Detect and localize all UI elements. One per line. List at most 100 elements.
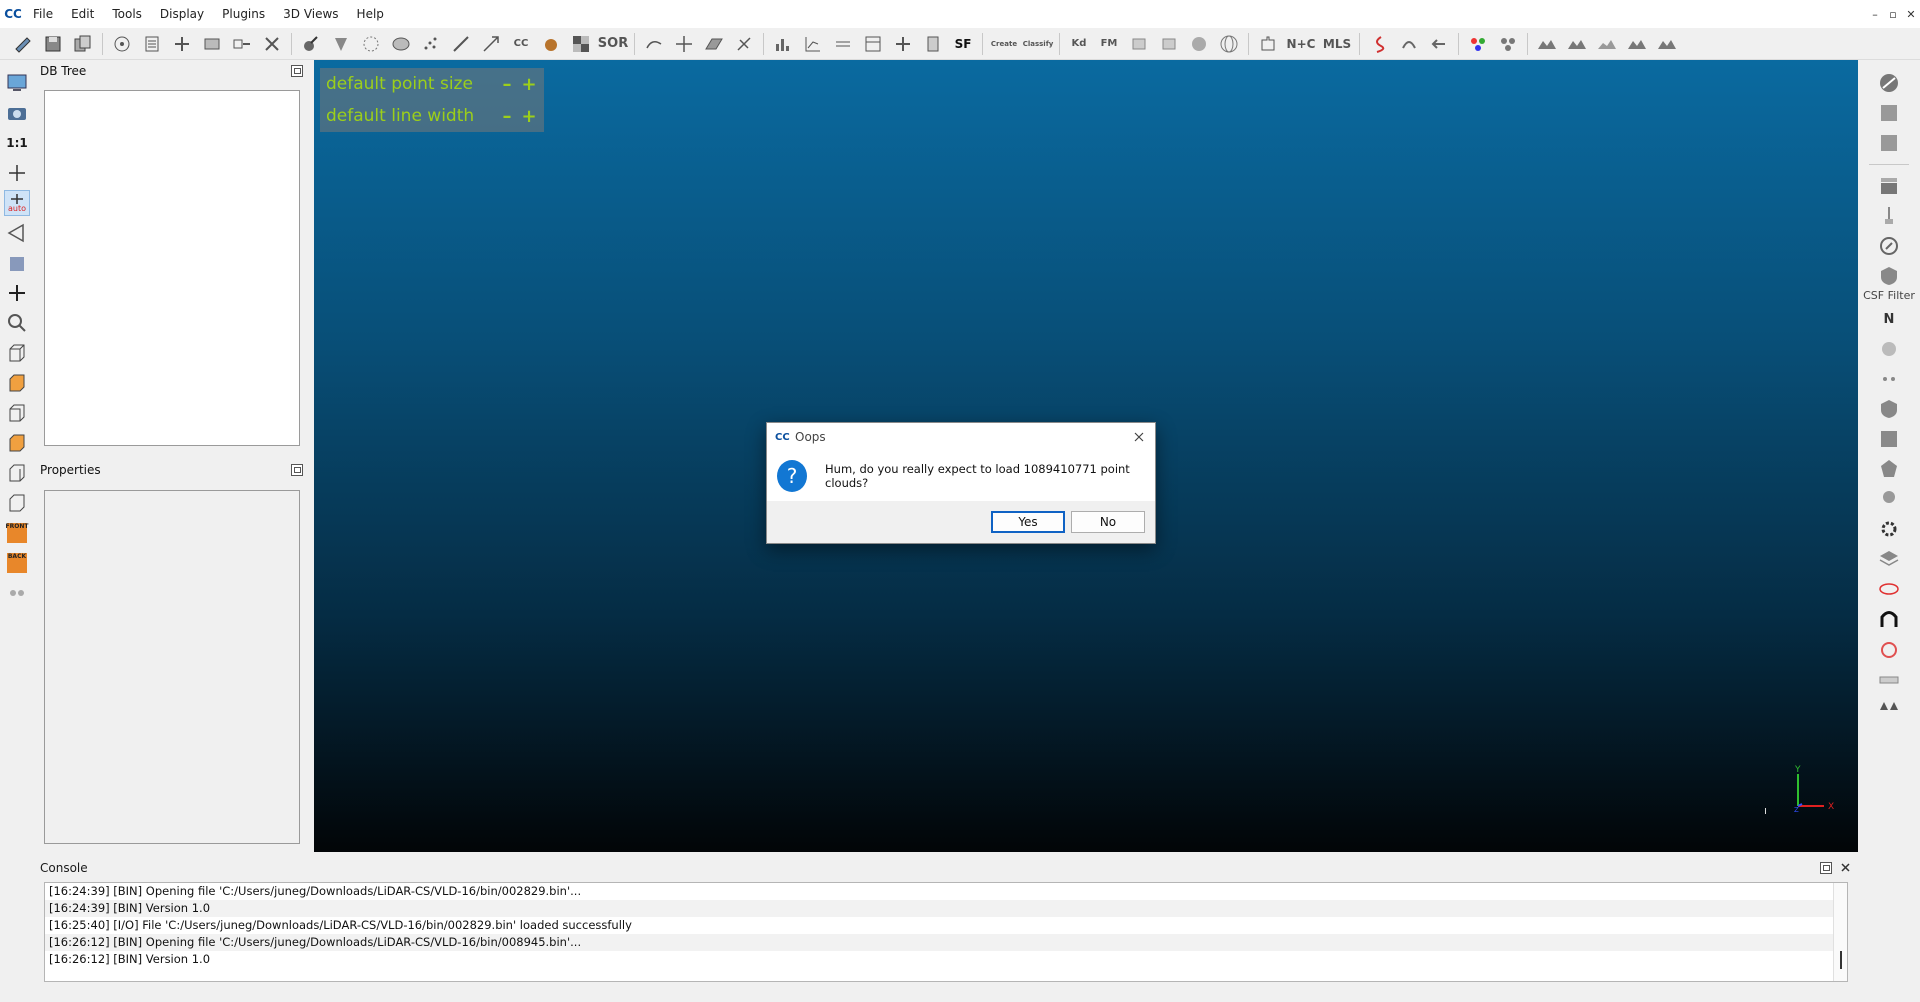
zoom-1-1-icon[interactable]: 1:1: [4, 130, 30, 156]
perspective-icon[interactable]: [4, 220, 30, 246]
dialog-close-icon[interactable]: [1129, 427, 1149, 447]
surface-icon[interactable]: [1398, 33, 1420, 55]
subsample-icon[interactable]: [201, 33, 223, 55]
no-entry-icon[interactable]: [1876, 70, 1902, 96]
sample-points-icon[interactable]: [111, 33, 133, 55]
scatter-icon[interactable]: [420, 33, 442, 55]
trees-icon[interactable]: [1876, 696, 1902, 722]
ellipse-icon[interactable]: [1876, 576, 1902, 602]
terrain-5-icon[interactable]: [1656, 33, 1678, 55]
terrain-4-icon[interactable]: [1626, 33, 1648, 55]
layers-icon[interactable]: [1876, 546, 1902, 572]
console-float-icon[interactable]: [1820, 862, 1832, 874]
m3c2-icon[interactable]: [1876, 366, 1902, 392]
menu-file[interactable]: File: [24, 0, 62, 28]
checkerboard-icon[interactable]: [570, 33, 592, 55]
sor-filter-icon[interactable]: SOR: [598, 33, 628, 55]
menu-display[interactable]: Display: [151, 0, 213, 28]
clone-icon[interactable]: [72, 33, 94, 55]
cut-icon[interactable]: [733, 33, 755, 55]
color-icon[interactable]: [540, 33, 562, 55]
scalar-field-icon[interactable]: SF: [952, 33, 974, 55]
brush-icon[interactable]: [1876, 203, 1902, 229]
ransac-icon[interactable]: [1158, 33, 1180, 55]
yes-button[interactable]: Yes: [991, 511, 1065, 533]
calculator-icon[interactable]: [922, 33, 944, 55]
menu-edit[interactable]: Edit: [62, 0, 103, 28]
front-view-icon[interactable]: FRONT: [4, 520, 30, 546]
display-icon[interactable]: [4, 70, 30, 96]
terrain-1-icon[interactable]: [1536, 33, 1558, 55]
gear-icon[interactable]: [1876, 516, 1902, 542]
close-window-icon[interactable]: ✕: [1902, 4, 1920, 24]
delete-icon[interactable]: [261, 33, 283, 55]
console-close-icon[interactable]: [1838, 860, 1852, 874]
console-log[interactable]: [16:24:39] [BIN] Opening file 'C:/Users/…: [44, 882, 1848, 982]
back-face-icon[interactable]: [4, 430, 30, 456]
properties-panel[interactable]: [44, 490, 300, 844]
point-size-minus-button[interactable]: –: [496, 74, 518, 95]
front-face-icon[interactable]: [4, 370, 30, 396]
back-view-icon[interactable]: BACK: [4, 550, 30, 576]
histogram-icon[interactable]: [772, 33, 794, 55]
min-max-icon[interactable]: [832, 33, 854, 55]
kd-tree-icon[interactable]: Kd: [1068, 33, 1090, 55]
mls-icon[interactable]: MLS: [1323, 33, 1351, 55]
menu-help[interactable]: Help: [348, 0, 393, 28]
globe-icon[interactable]: [1218, 33, 1240, 55]
clapper-icon[interactable]: [1876, 173, 1902, 199]
lighting-icon[interactable]: [4, 250, 30, 276]
mesh-icon[interactable]: [390, 33, 412, 55]
noise-icon[interactable]: [643, 33, 665, 55]
right-view-icon[interactable]: [4, 460, 30, 486]
merge-icon[interactable]: [171, 33, 193, 55]
resample-icon[interactable]: [480, 33, 502, 55]
zoom-icon[interactable]: [4, 310, 30, 336]
left-view-icon[interactable]: [4, 400, 30, 426]
rsd-icon[interactable]: [1876, 486, 1902, 512]
compass-plugin-icon[interactable]: [1876, 233, 1902, 259]
distance-icon[interactable]: [450, 33, 472, 55]
open-file-icon[interactable]: [12, 33, 34, 55]
plane-icon[interactable]: [703, 33, 725, 55]
menu-tools[interactable]: Tools: [103, 0, 151, 28]
chart-icon[interactable]: [802, 33, 824, 55]
terrain-3-icon[interactable]: [1596, 33, 1618, 55]
polygon-icon[interactable]: [1876, 456, 1902, 482]
top-view-icon[interactable]: [4, 340, 30, 366]
color-classify-icon[interactable]: [1467, 33, 1489, 55]
fast-marching-icon[interactable]: FM: [1098, 33, 1120, 55]
back-arrow-icon[interactable]: [1428, 33, 1450, 55]
canupo-create-icon[interactable]: Create: [991, 33, 1017, 55]
table-icon[interactable]: [862, 33, 884, 55]
timer-icon[interactable]: [1876, 636, 1902, 662]
cluster-icon[interactable]: [1497, 33, 1519, 55]
camera-icon[interactable]: [4, 100, 30, 126]
list-icon[interactable]: [141, 33, 163, 55]
move-icon[interactable]: [4, 280, 30, 306]
nc-icon[interactable]: N+C: [1287, 33, 1316, 55]
line-width-minus-button[interactable]: –: [496, 106, 518, 127]
sphere-icon[interactable]: [1188, 33, 1210, 55]
col-icon[interactable]: [1876, 100, 1902, 126]
save-icon[interactable]: [42, 33, 64, 55]
orient-icon[interactable]: [330, 33, 352, 55]
properties-float-icon[interactable]: [291, 464, 303, 476]
translate-icon[interactable]: [673, 33, 695, 55]
north-icon[interactable]: N: [1876, 306, 1902, 332]
no-button[interactable]: No: [1071, 511, 1145, 533]
terrain-2-icon[interactable]: [1566, 33, 1588, 55]
cloth-icon[interactable]: [1876, 130, 1902, 156]
add-icon[interactable]: [892, 33, 914, 55]
console-scroll-thumb[interactable]: [1840, 951, 1842, 969]
menu-plugins[interactable]: Plugins: [213, 0, 274, 28]
arch-icon[interactable]: [1876, 606, 1902, 632]
canupo-classify-icon[interactable]: Classify: [1023, 33, 1054, 55]
compass-icon[interactable]: [1128, 33, 1150, 55]
db-tree-panel[interactable]: [44, 90, 300, 446]
line-width-plus-button[interactable]: +: [518, 106, 540, 127]
shield-icon[interactable]: [1876, 396, 1902, 422]
hpr-icon[interactable]: [1876, 336, 1902, 362]
segment-icon[interactable]: [231, 33, 253, 55]
point-size-plus-button[interactable]: +: [518, 74, 540, 95]
